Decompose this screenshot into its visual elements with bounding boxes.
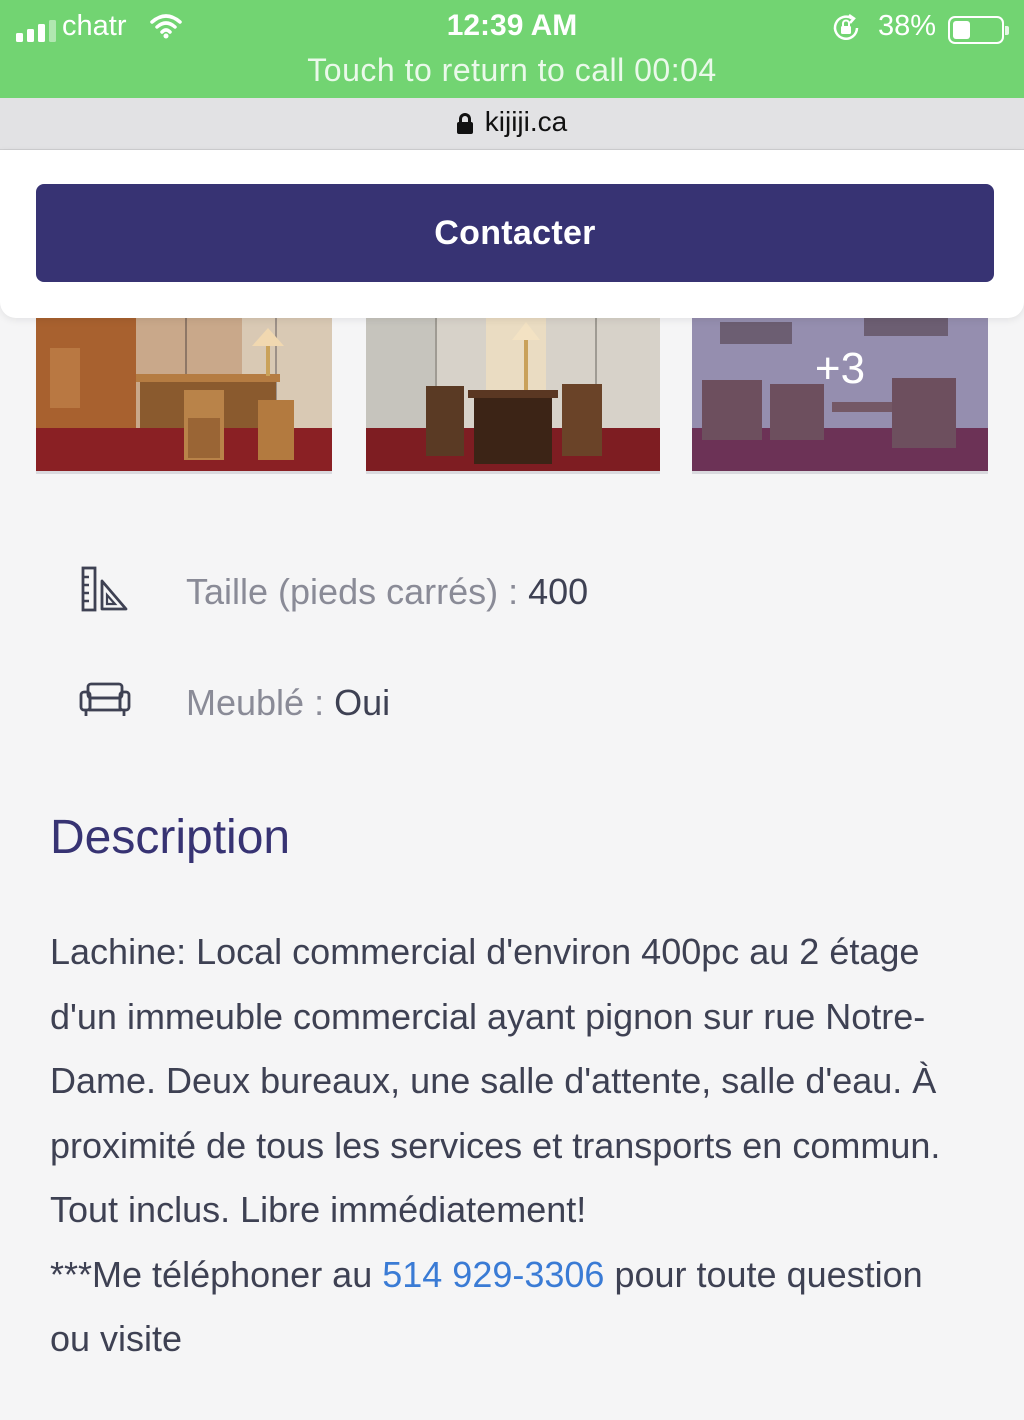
description-body: Lachine: Local commercial d'environ 400p… — [50, 920, 970, 1372]
gallery-thumbnail-more[interactable]: +3 — [692, 318, 988, 474]
clock: 12:39 AM — [446, 9, 578, 42]
description-phone-prefix: ***Me téléphoner au — [50, 1253, 383, 1295]
return-to-call-banner[interactable]: Touch to return to call 00:04 — [0, 52, 1024, 89]
ruler-triangle-icon — [78, 563, 130, 618]
gallery-thumbnail[interactable] — [36, 318, 332, 474]
more-photos-count: +3 — [814, 344, 866, 393]
gallery-thumbnail[interactable] — [366, 318, 660, 474]
status-bar: chatr 12:39 AM 38% Touch to return to ca… — [0, 0, 1024, 98]
rotation-lock-icon — [830, 12, 862, 49]
url-bar[interactable]: kijiji.ca — [0, 98, 1024, 150]
contact-button[interactable]: Contacter — [36, 184, 994, 282]
phone-link[interactable]: 514 929-3306 — [382, 1254, 604, 1295]
battery-level — [953, 21, 970, 39]
attribute-label: Meublé : — [186, 682, 335, 723]
attribute-furnished: Meublé : Oui — [0, 674, 1024, 734]
attribute-value: 400 — [528, 571, 589, 612]
attribute-size: Taille (pieds carrés) : 400 — [0, 563, 1024, 623]
sofa-icon — [78, 674, 132, 729]
description-heading: Description — [50, 811, 291, 864]
attribute-label: Taille (pieds carrés) : — [186, 571, 529, 612]
url-text[interactable]: kijiji.ca — [485, 106, 567, 137]
contact-card: Contacter — [0, 150, 1024, 318]
photo-gallery: +3 — [0, 318, 1024, 478]
battery-icon — [948, 16, 1009, 44]
description-text: Lachine: Local commercial d'environ 400p… — [50, 931, 941, 1230]
padlock-icon — [456, 113, 473, 134]
battery-percentage: 38% — [878, 10, 937, 42]
attribute-value: Oui — [334, 682, 391, 723]
